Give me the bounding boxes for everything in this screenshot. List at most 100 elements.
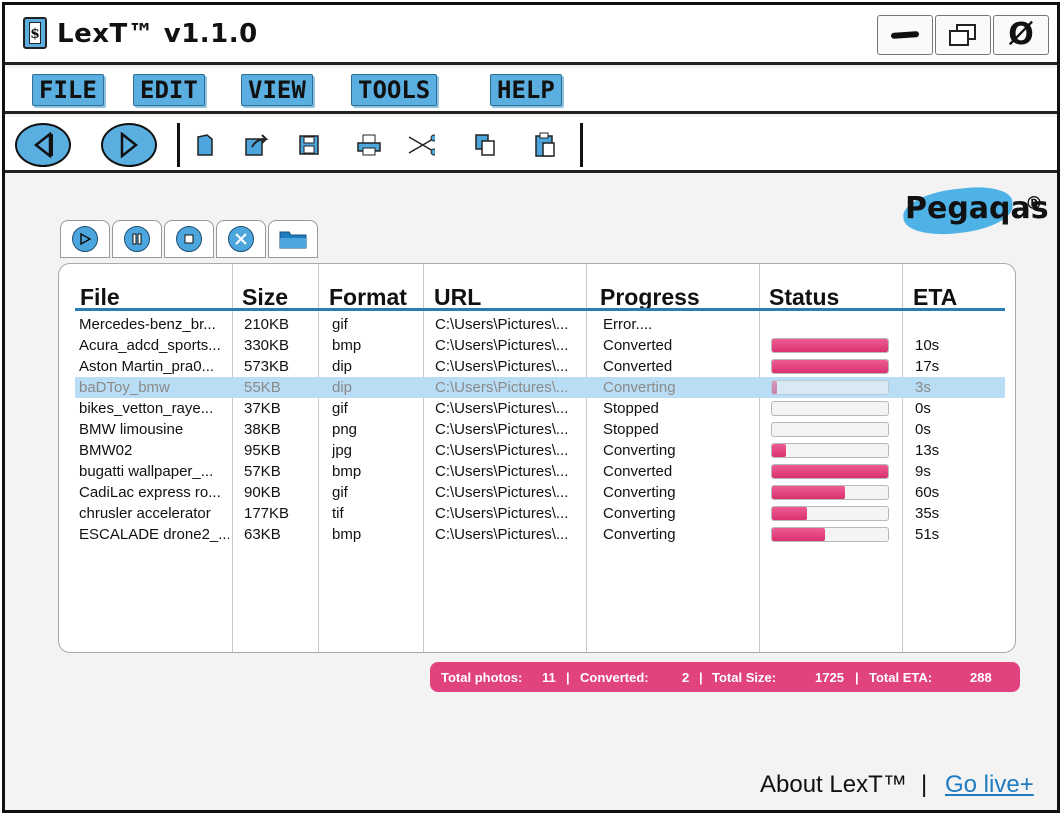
header-size[interactable]: Size: [242, 284, 288, 311]
go-live-link[interactable]: Go live+: [945, 771, 1034, 799]
copy-icon: [475, 134, 495, 156]
cell-progress: Converting: [603, 505, 676, 522]
summary-converted-label: Converted:: [580, 670, 649, 685]
header-eta[interactable]: ETA: [913, 284, 957, 311]
summary-total-eta-label: Total ETA:: [869, 670, 933, 685]
paste-icon: [535, 132, 555, 157]
table-row[interactable]: bikes_vetton_raye... 37KB gif C:\Users\Pict…: [75, 398, 1005, 419]
header-progress[interactable]: Progress: [600, 284, 700, 311]
summary-total-size-label: Total Size:: [712, 670, 777, 685]
restore-button[interactable]: [935, 15, 991, 55]
table-row[interactable]: BMW limousine 38KB png C:\Users\Pictures\..…: [75, 419, 1005, 440]
status-progress-bar: [771, 422, 889, 437]
table-row[interactable]: chrusler accelerator 177KB tif C:\Users\Pic…: [75, 503, 1005, 524]
cell-format: bmp: [332, 337, 362, 354]
media-controls: [60, 220, 320, 258]
cell-format: gif: [332, 484, 348, 501]
cell-size: 95KB: [244, 442, 281, 459]
print-button[interactable]: [355, 131, 383, 159]
tools-icon: [228, 226, 254, 252]
close-icon: Ø: [1008, 17, 1034, 52]
status-progress-fill: [772, 444, 786, 457]
cell-format: jpg: [332, 442, 353, 459]
status-progress-fill: [772, 360, 888, 373]
cell-url: C:\Users\Pictures\...: [435, 358, 569, 375]
new-file-button[interactable]: [191, 131, 219, 159]
cell-url: C:\Users\Pictures\...: [435, 442, 569, 459]
cell-progress: Stopped: [603, 421, 659, 438]
cell-eta: 35s: [915, 505, 940, 522]
cell-file: baDToy_bmw: [79, 379, 170, 396]
menu-edit[interactable]: EDIT: [133, 74, 205, 106]
cell-size: 90KB: [244, 484, 281, 501]
menu-view[interactable]: VIEW: [241, 74, 313, 106]
menu-tools[interactable]: TOOLS: [351, 74, 438, 106]
paste-button[interactable]: [531, 131, 559, 159]
cell-file: chrusler accelerator: [79, 505, 211, 522]
pause-button[interactable]: [112, 220, 162, 258]
save-button[interactable]: [295, 131, 323, 159]
header-file[interactable]: File: [80, 284, 120, 311]
title-bar: $ LexT™ v1.1.0 Ø: [5, 5, 1057, 65]
copy-button[interactable]: [471, 131, 499, 159]
summary-total-photos: 11: [542, 670, 556, 685]
cell-url: C:\Users\Pictures\...: [435, 505, 569, 522]
header-url[interactable]: URL: [434, 284, 481, 311]
footer-divider: |: [921, 771, 928, 798]
cut-button[interactable]: [407, 131, 435, 159]
cell-size: 37KB: [244, 400, 281, 417]
cell-eta: 51s: [915, 526, 940, 543]
table-row[interactable]: Acura_adcd_sports... 330KB bmp C:\Users\Pic…: [75, 335, 1005, 356]
table-row[interactable]: CadiLac express ro... 90KB gif C:\Users\Pic…: [75, 482, 1005, 503]
app-logo-glyph: $: [29, 22, 41, 44]
cell-progress: Stopped: [603, 400, 659, 417]
play-button[interactable]: [60, 220, 110, 258]
open-folder-button[interactable]: [268, 220, 318, 258]
cell-format: dip: [332, 358, 353, 375]
header-format[interactable]: Format: [329, 284, 407, 311]
menu-file[interactable]: FILE: [32, 74, 104, 106]
table-row[interactable]: BMW02 95KB jpg C:\Users\Pictures\... Convert…: [75, 440, 1005, 461]
share-button[interactable]: [243, 131, 271, 159]
cell-size: 210KB: [244, 316, 290, 333]
cell-eta: 60s: [915, 484, 940, 501]
share-icon: [245, 134, 269, 156]
cell-file: ESCALADE drone2_...: [79, 526, 229, 543]
table-row[interactable]: Aston Martin_pra0... 573KB dip C:\Users\Pic…: [75, 356, 1005, 377]
toolbar-divider: [177, 123, 180, 167]
close-button[interactable]: Ø: [993, 15, 1049, 55]
table-row[interactable]: Mercedes-benz_br... 210KB gif C:\Users\Pict…: [75, 314, 1005, 335]
status-progress-bar: [771, 464, 889, 479]
cell-progress: Converted: [603, 358, 673, 375]
restore-icon: [949, 24, 977, 46]
status-progress-fill: [772, 465, 888, 478]
cut-icon: [408, 134, 435, 156]
table-row[interactable]: bugatti wallpaper_... 57KB bmp C:\Users\Pic…: [75, 461, 1005, 482]
logo-registered-mark: ®: [1025, 193, 1043, 214]
cell-file: bugatti wallpaper_...: [79, 463, 214, 480]
status-progress-fill: [772, 339, 888, 352]
minimize-button[interactable]: [877, 15, 933, 55]
cell-format: tif: [332, 505, 344, 522]
menu-help[interactable]: HELP: [490, 74, 562, 106]
cell-url: C:\Users\Pictures\...: [435, 463, 569, 480]
table-row[interactable]: ESCALADE drone2_... 63KB bmp C:\Users\Pictu…: [75, 524, 1005, 545]
header-status[interactable]: Status: [769, 284, 839, 311]
cell-url: C:\Users\Pictures\...: [435, 316, 569, 333]
cell-eta: 3s: [915, 379, 931, 396]
cell-progress: Converted: [603, 463, 673, 480]
cell-format: bmp: [332, 463, 362, 480]
back-button[interactable]: [15, 123, 71, 167]
cell-url: C:\Users\Pictures\...: [435, 379, 569, 396]
table-row[interactable]: baDToy_bmw 55KB dip C:\Users\Pictures\... Co…: [75, 377, 1005, 398]
status-progress-fill: [772, 381, 777, 394]
tools-button[interactable]: [216, 220, 266, 258]
cell-progress: Converting: [603, 484, 676, 501]
cell-file: Mercedes-benz_br...: [79, 316, 216, 333]
cell-eta: 10s: [915, 337, 940, 354]
cell-url: C:\Users\Pictures\...: [435, 400, 569, 417]
stop-button[interactable]: [164, 220, 214, 258]
forward-button[interactable]: [101, 123, 157, 167]
status-progress-fill: [772, 486, 846, 499]
about-link[interactable]: About LexT™: [760, 771, 907, 799]
